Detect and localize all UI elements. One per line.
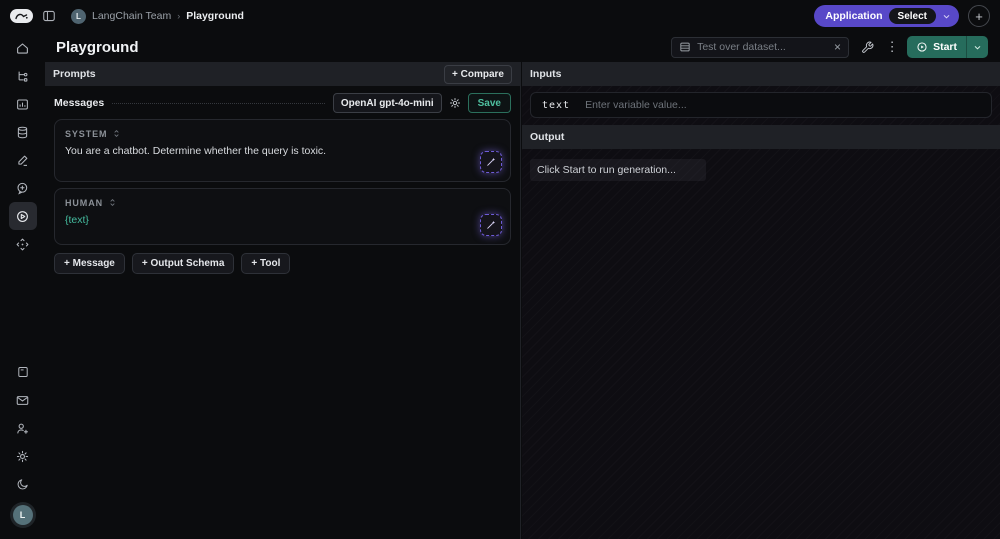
chat-plus-icon	[15, 181, 30, 196]
output-placeholder-row: Click Start to run generation...	[530, 159, 706, 181]
role-chevron-updown-icon[interactable]	[108, 197, 117, 208]
add-message-button[interactable]: + Message	[54, 253, 125, 274]
model-settings-gear-icon[interactable]	[445, 93, 465, 113]
application-select-value[interactable]: Select	[888, 8, 936, 24]
output-header-label: Output	[530, 131, 565, 143]
output-panel-header: Output	[522, 125, 1000, 149]
play-circle-icon	[916, 41, 928, 53]
playground-icon	[15, 209, 30, 224]
prompts-panel-body: Messages OpenAI gpt-4o-mini Save SYSTEM …	[45, 86, 520, 274]
sidebar-item-playground[interactable]	[8, 202, 37, 230]
sidebar-item-home[interactable]	[9, 34, 37, 62]
sidebar-item-monitoring[interactable]	[9, 90, 37, 118]
prompts-panel: Prompts + Compare Messages OpenAI gpt-4o…	[45, 62, 521, 539]
page-header: Playground × ⋮ Star	[45, 32, 1000, 62]
page-title: Playground	[56, 38, 139, 56]
sidebar-toggle-icon[interactable]	[42, 9, 56, 23]
breadcrumb-team[interactable]: LangChain Team	[92, 10, 171, 22]
messages-label: Messages	[54, 97, 105, 109]
wrench-icon[interactable]	[857, 37, 877, 58]
sidebar-item-datasets[interactable]	[9, 118, 37, 146]
improve-prompt-wand-icon[interactable]	[480, 151, 502, 173]
user-avatar[interactable]: L	[12, 505, 33, 525]
test-over-dataset-input[interactable]: ×	[671, 36, 850, 58]
dataset-search-input[interactable]	[697, 41, 829, 53]
pencil-icon	[15, 153, 30, 168]
tracing-icon	[15, 69, 30, 84]
role-chevron-updown-icon[interactable]	[112, 128, 121, 139]
sidebar-item-deployments[interactable]	[9, 230, 37, 258]
sidebar-item-annotation-queues[interactable]	[9, 146, 37, 174]
application-select-button[interactable]: Application Select	[814, 5, 959, 27]
sidebar-item-invite-user[interactable]	[9, 414, 37, 442]
chevron-down-icon	[942, 12, 951, 21]
inputs-section: text	[522, 86, 1000, 125]
sidebar-item-tracing-projects[interactable]	[9, 62, 37, 90]
app-window: L LangChain Team › Playground Applicatio…	[0, 0, 1000, 539]
start-button[interactable]: Start	[907, 36, 988, 58]
bar-chart-icon	[15, 97, 30, 112]
variable-value-input[interactable]	[585, 99, 980, 111]
gear-icon	[15, 449, 30, 464]
more-options-icon[interactable]: ⋮	[885, 39, 899, 55]
breadcrumb-separator: ›	[177, 11, 181, 21]
sidebar-item-settings[interactable]	[9, 442, 37, 470]
home-icon	[15, 41, 30, 56]
add-output-schema-button[interactable]: + Output Schema	[131, 253, 235, 274]
dotted-divider	[112, 102, 325, 104]
output-section: Click Start to run generation...	[522, 149, 1000, 539]
sidebar-item-docs[interactable]	[9, 358, 37, 386]
database-icon	[15, 125, 30, 140]
breadcrumb: L LangChain Team › Playground	[71, 8, 244, 24]
sidebar-item-prompts[interactable]	[9, 174, 37, 202]
prompts-panel-header: Prompts + Compare	[45, 62, 520, 86]
add-buttons-row: + Message + Output Schema + Tool	[54, 253, 511, 274]
message-card-system[interactable]: SYSTEM You are a chatbot. Determine whet…	[54, 119, 511, 182]
user-plus-icon	[15, 421, 30, 436]
document-icon	[16, 365, 30, 379]
inputs-panel-header: Inputs	[522, 62, 1000, 86]
start-options-chevron-icon[interactable]	[967, 36, 988, 58]
moon-icon	[16, 477, 30, 491]
sidebar-item-mail[interactable]	[9, 386, 37, 414]
mail-icon	[15, 393, 30, 408]
message-content-variable[interactable]: {text}	[65, 214, 500, 226]
top-bar: L LangChain Team › Playground Applicatio…	[0, 0, 1000, 32]
model-selector-button[interactable]: OpenAI gpt-4o-mini	[332, 93, 442, 113]
dataset-icon	[679, 41, 691, 53]
application-label: Application	[825, 10, 883, 22]
output-placeholder-text: Click Start to run generation...	[537, 164, 676, 176]
variable-input-row[interactable]: text	[530, 92, 992, 118]
compare-button[interactable]: + Compare	[444, 64, 512, 84]
prompts-header-label: Prompts	[53, 68, 96, 80]
add-workspace-button[interactable]: +	[968, 5, 990, 27]
variable-name: text	[542, 99, 571, 111]
sidebar: L	[0, 32, 45, 539]
save-button[interactable]: Save	[467, 93, 511, 113]
start-button-label: Start	[933, 41, 957, 53]
inputs-header-label: Inputs	[530, 68, 562, 80]
add-tool-button[interactable]: + Tool	[241, 253, 291, 274]
team-avatar[interactable]: L	[71, 8, 86, 24]
role-label[interactable]: HUMAN	[65, 198, 103, 208]
langsmith-logo-icon[interactable]	[10, 9, 33, 23]
role-row: SYSTEM	[65, 128, 500, 139]
start-button-main[interactable]: Start	[907, 36, 966, 58]
role-row: HUMAN	[65, 197, 500, 208]
clear-dataset-icon[interactable]: ×	[834, 41, 841, 53]
message-content[interactable]: You are a chatbot. Determine whether the…	[65, 145, 500, 157]
move-arrows-icon	[15, 237, 30, 252]
message-card-human[interactable]: HUMAN {text}	[54, 188, 511, 245]
role-label[interactable]: SYSTEM	[65, 129, 107, 139]
sidebar-item-dark-mode[interactable]	[9, 470, 37, 498]
breadcrumb-current[interactable]: Playground	[186, 10, 244, 22]
improve-prompt-wand-icon[interactable]	[480, 214, 502, 236]
io-panel: Inputs text Output Click Start to run ge…	[522, 62, 1000, 539]
messages-toolbar: Messages OpenAI gpt-4o-mini Save	[54, 93, 511, 113]
